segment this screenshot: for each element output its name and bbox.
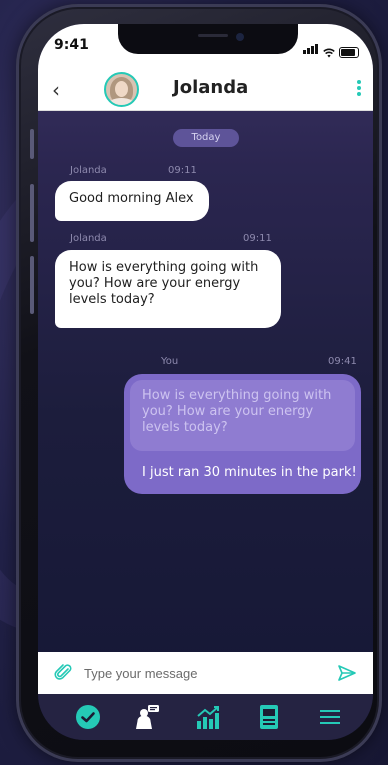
app-screen: 9:41 ‹ Jolanda Today Jolanda 09:11 Good … [38,24,373,740]
incoming-message: Good morning Alex [55,181,209,221]
battery-icon [339,47,359,58]
volume-up-button [30,184,34,242]
camera-dot [236,33,244,41]
more-options-icon[interactable] [357,80,361,98]
message-time: 09:41 [328,356,357,367]
journal-icon[interactable] [256,704,282,730]
back-button[interactable]: ‹ [52,78,60,102]
contact-avatar[interactable] [104,72,139,107]
coach-icon[interactable] [134,704,160,730]
send-icon[interactable] [337,663,357,683]
outgoing-message: How is everything going with you? How ar… [124,374,361,494]
status-time: 9:41 [54,37,89,53]
volume-down-button [30,256,34,314]
outgoing-message-text: I just ran 30 minutes in the park! [142,465,357,480]
message-sender: You [161,356,179,367]
stats-chart-icon[interactable] [195,704,221,730]
notch [118,24,298,54]
status-bar: 9:41 [38,24,373,70]
message-time: 09:11 [243,233,272,244]
wifi-icon [323,48,335,58]
quoted-message: How is everything going with you? How ar… [130,380,355,451]
menu-icon[interactable] [317,704,343,730]
chat-header: ‹ Jolanda [38,70,373,111]
attachment-icon[interactable] [54,663,74,683]
date-divider: Today [173,129,239,147]
mute-switch [30,129,34,159]
message-input[interactable] [84,662,304,684]
incoming-message: How is everything going with you? How ar… [55,250,281,328]
status-icons [303,39,359,58]
speaker-grille [198,34,228,37]
message-composer [38,652,373,694]
bottom-tab-bar [38,694,373,740]
signal-icon [303,39,319,58]
check-circle-icon[interactable] [75,704,101,730]
message-sender: Jolanda [70,165,107,176]
message-sender: Jolanda [70,233,107,244]
contact-name: Jolanda [173,77,249,98]
message-time: 09:11 [168,165,197,176]
